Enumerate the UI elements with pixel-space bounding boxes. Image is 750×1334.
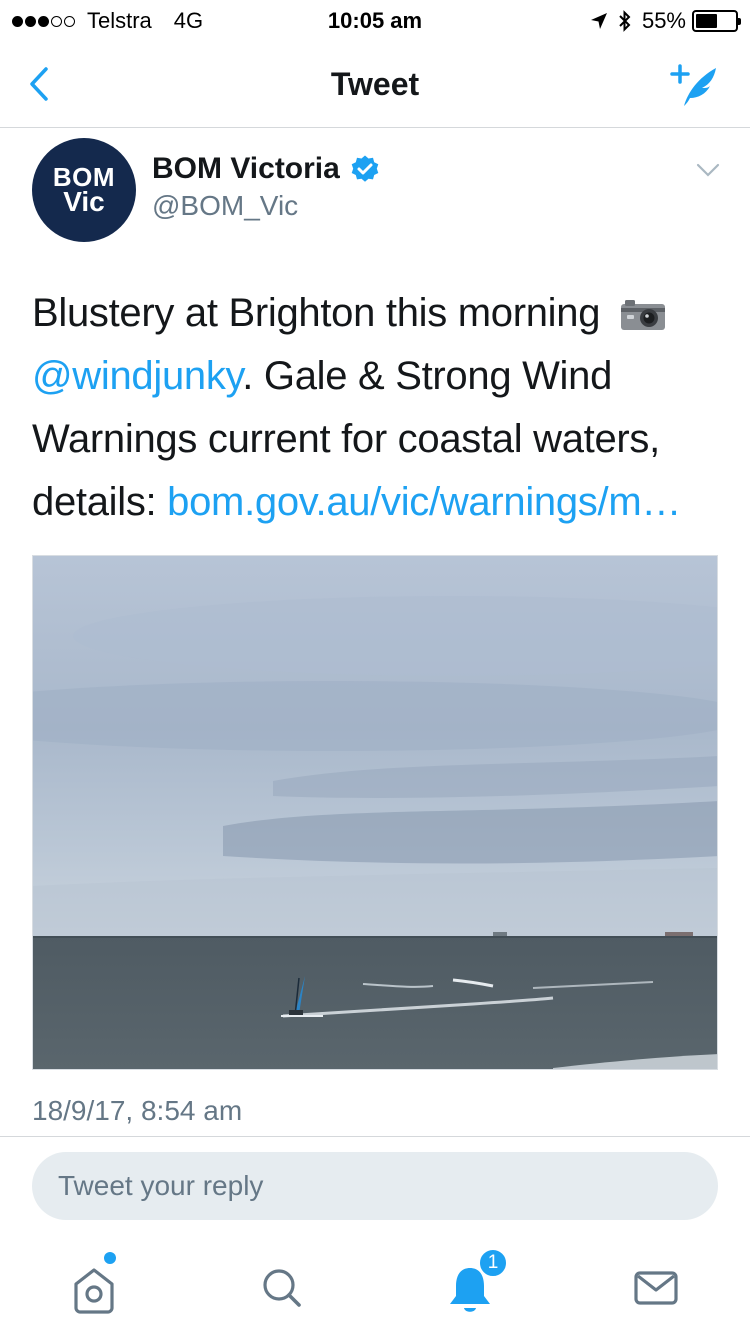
author-name[interactable]: BOM Victoria: [152, 152, 380, 186]
reply-box[interactable]: [32, 1152, 718, 1220]
tab-search[interactable]: [252, 1258, 312, 1318]
verified-badge-icon: [351, 155, 379, 182]
location-arrow-icon: [590, 13, 607, 29]
avatar[interactable]: BOM Vic: [32, 138, 136, 242]
bluetooth-icon: [619, 10, 631, 32]
battery-icon: [692, 10, 741, 32]
reply-input[interactable]: [32, 1152, 718, 1220]
divider: [0, 1136, 750, 1137]
home-icon: [74, 1268, 114, 1314]
battery-level: [696, 14, 717, 28]
envelope-icon: [634, 1271, 678, 1305]
chevron-down-icon[interactable]: [696, 160, 720, 180]
tweet-text-part1: Blustery at Brighton this morning: [32, 291, 601, 335]
tweet-photo[interactable]: [32, 555, 718, 1070]
battery-percentage: 55%: [641, 8, 686, 33]
tab-home[interactable]: [64, 1252, 124, 1318]
notifications-badge: 1: [478, 1248, 508, 1278]
compose-tweet-icon[interactable]: [666, 60, 722, 110]
url-link[interactable]: bom.gov.au/vic/warnings/m…: [167, 480, 681, 524]
page-title: Tweet: [330, 66, 420, 102]
status-right: 55%: [590, 8, 741, 34]
tweet-text: Blustery at Brighton this morning @windj…: [32, 282, 732, 534]
tab-notifications[interactable]: 1: [440, 1248, 508, 1318]
author-handle[interactable]: @BOM_Vic: [152, 190, 298, 222]
author-display-name: BOM Victoria: [152, 152, 340, 185]
navigation-bar: Tweet: [0, 40, 750, 128]
camera-emoji-icon: [620, 300, 665, 331]
photo-image: [33, 556, 717, 1069]
tab-bar: 1: [0, 1240, 750, 1334]
home-new-indicator: [104, 1252, 116, 1264]
mention-link[interactable]: @windjunky: [32, 354, 243, 398]
search-icon: [263, 1269, 301, 1307]
avatar-text-line2: Vic: [63, 186, 105, 217]
tweet-timestamp: 18/9/17, 8:54 am: [32, 1095, 243, 1126]
status-bar: Telstra 4G 10:05 am 55%: [0, 0, 750, 40]
tab-messages[interactable]: [626, 1258, 686, 1318]
